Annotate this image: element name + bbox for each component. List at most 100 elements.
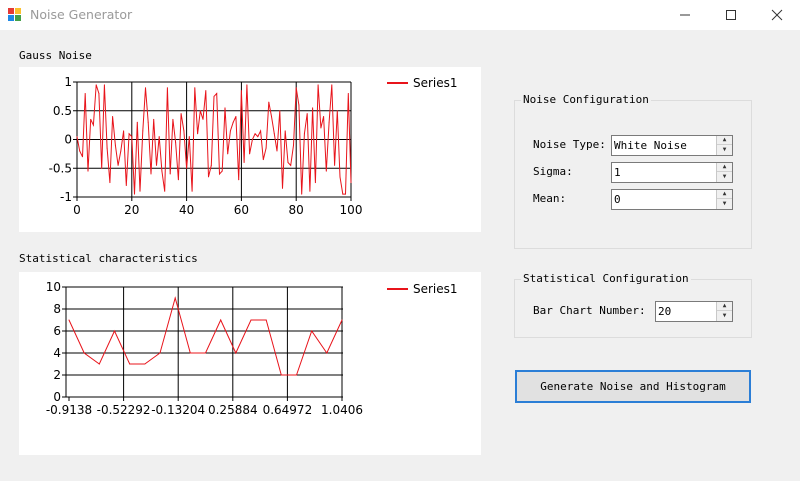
maximize-icon	[726, 10, 736, 20]
y-tick-label: 2	[53, 368, 61, 382]
x-tick-label: 80	[289, 203, 304, 217]
mean-updown[interactable]: 0 ▲ ▼	[611, 189, 733, 210]
data-point	[249, 153, 251, 155]
noise-type-updown[interactable]: White Noise ▲ ▼	[611, 135, 733, 156]
y-tick-label: 0	[53, 390, 61, 404]
data-point	[280, 374, 282, 376]
bar-chart-number-updown[interactable]: 20 ▲ ▼	[655, 301, 733, 322]
close-button[interactable]	[754, 0, 800, 30]
data-point	[153, 118, 155, 120]
data-point	[341, 319, 343, 321]
data-point	[210, 164, 212, 166]
data-point	[295, 87, 297, 89]
spin-down-icon[interactable]: ▼	[717, 172, 732, 181]
spin-up-icon[interactable]: ▲	[717, 190, 732, 199]
spin-down-icon[interactable]: ▼	[717, 199, 732, 208]
data-point	[128, 133, 130, 135]
data-point	[221, 170, 223, 172]
data-point	[350, 182, 352, 184]
data-point	[268, 101, 270, 103]
data-point	[328, 121, 330, 123]
data-point	[147, 121, 149, 123]
data-point	[250, 319, 252, 321]
sigma-updown[interactable]: 1 ▲ ▼	[611, 162, 733, 183]
data-point	[257, 136, 259, 138]
maximize-button[interactable]	[708, 0, 754, 30]
data-point	[265, 147, 267, 149]
data-point	[317, 84, 319, 86]
y-tick-label: 8	[53, 302, 61, 316]
data-point	[123, 130, 125, 132]
data-point	[331, 84, 333, 86]
spin-up-icon[interactable]: ▲	[717, 302, 732, 311]
mean-label: Mean:	[533, 192, 567, 205]
spin-down-icon[interactable]: ▼	[717, 145, 732, 154]
sigma-spinner[interactable]: ▲ ▼	[716, 163, 732, 182]
noise-configuration-title: Noise Configuration	[521, 93, 651, 106]
data-point	[301, 193, 303, 195]
data-point	[101, 167, 103, 169]
data-point	[312, 107, 314, 109]
data-point	[232, 121, 234, 123]
spin-up-icon[interactable]: ▲	[717, 163, 732, 172]
data-point	[156, 164, 157, 166]
data-point	[158, 136, 160, 138]
minimize-icon	[680, 14, 690, 16]
data-point	[254, 133, 256, 135]
data-point	[243, 162, 245, 163]
data-point	[189, 352, 191, 354]
data-point	[79, 150, 81, 152]
data-point	[208, 176, 209, 178]
data-point	[227, 153, 229, 155]
spin-up-icon[interactable]: ▲	[717, 136, 732, 145]
data-point	[229, 130, 231, 132]
data-point	[240, 90, 242, 92]
data-point	[205, 352, 206, 354]
data-point	[238, 179, 240, 181]
data-point	[177, 179, 179, 181]
noise-type-spinner[interactable]: ▲ ▼	[716, 136, 732, 155]
gauss-noise-label: Gauss Noise	[19, 49, 92, 62]
data-point	[109, 182, 111, 184]
data-point	[282, 187, 283, 189]
data-point	[106, 147, 108, 149]
data-point	[199, 110, 201, 112]
data-point	[202, 118, 204, 120]
generate-noise-and-histogram-button[interactable]: Generate Noise and Histogram	[515, 370, 751, 403]
data-point	[139, 190, 141, 192]
mean-spinner[interactable]: ▲ ▼	[716, 190, 732, 209]
data-point	[95, 84, 97, 86]
x-tick-label: 40	[179, 203, 194, 217]
data-point	[68, 319, 70, 321]
statistical-characteristics-label: Statistical characteristics	[19, 252, 198, 265]
data-point	[213, 95, 215, 97]
data-point	[114, 144, 116, 146]
data-point	[159, 352, 161, 354]
data-point	[87, 170, 89, 172]
noise-type-label: Noise Type:	[533, 138, 606, 151]
data-point	[235, 116, 237, 117]
data-point	[150, 173, 152, 175]
bar-chart-number-label: Bar Chart Number:	[533, 304, 646, 317]
histogram-plot: -0.9138 -0.52292 -0.13204 0.25884 0.64972 1.0…	[46, 280, 458, 417]
legend-label: Series1	[413, 76, 458, 90]
data-point	[164, 190, 166, 192]
data-point	[246, 84, 248, 86]
data-point	[325, 170, 327, 172]
x-tick-label: 0	[73, 203, 81, 217]
data-point	[235, 352, 237, 354]
y-tick-label: 6	[53, 324, 61, 338]
data-point	[92, 124, 94, 126]
y-tick-label: 4	[53, 346, 61, 360]
sigma-label: Sigma:	[533, 165, 573, 178]
data-point	[84, 93, 86, 94]
data-point	[287, 162, 289, 163]
x-tick-label: 20	[124, 203, 139, 217]
data-point	[273, 133, 275, 135]
spin-down-icon[interactable]: ▼	[717, 311, 732, 320]
bar-chart-number-spinner[interactable]: ▲ ▼	[716, 302, 732, 321]
minimize-button[interactable]	[662, 0, 708, 30]
data-point	[251, 139, 253, 140]
data-point	[166, 87, 168, 89]
x-tick-label: 100	[340, 203, 363, 217]
